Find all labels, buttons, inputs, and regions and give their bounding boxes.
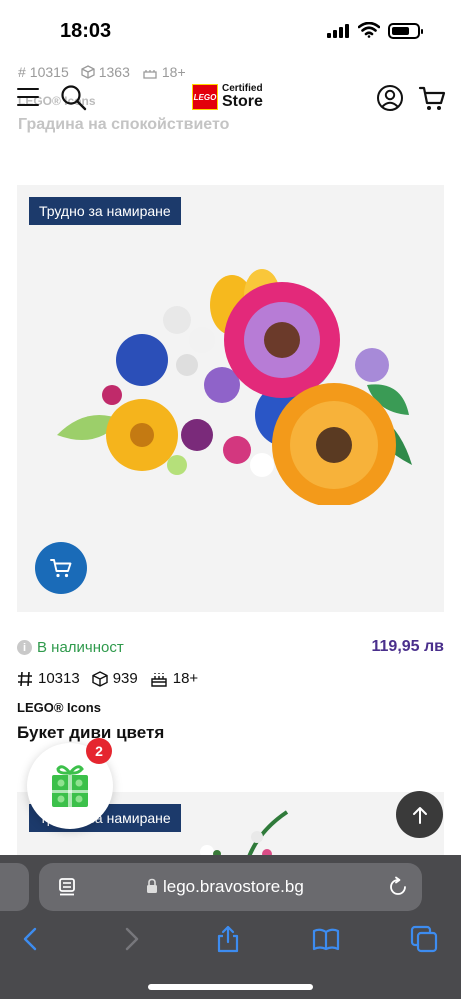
hash-icon <box>18 671 32 686</box>
product-image-card[interactable]: Трудно за намиране <box>17 185 444 612</box>
browser-toolbar: lego.bravostore.bg <box>0 855 461 999</box>
cart-icon <box>50 559 72 578</box>
page-menu-icon[interactable] <box>57 877 77 897</box>
cake-icon <box>143 70 157 79</box>
product-price: 119,95 лв <box>371 638 445 655</box>
site-header: LEGO Certified Store <box>0 78 461 118</box>
scroll-to-top-button[interactable] <box>396 791 443 838</box>
search-icon[interactable] <box>60 84 88 112</box>
battery-level <box>392 27 409 35</box>
arrow-up-icon <box>412 806 427 824</box>
stock-status: i В наличност <box>17 639 124 656</box>
set-number: 10313 <box>17 670 80 687</box>
menu-icon[interactable] <box>17 88 39 106</box>
product-meta: 10313 939 18+ <box>17 670 198 687</box>
availability-row: i В наличност 119,95 лв <box>17 637 444 659</box>
cake-icon <box>151 672 167 687</box>
home-indicator[interactable] <box>148 984 313 990</box>
forward-icon[interactable] <box>117 925 145 953</box>
signal-icon <box>327 24 349 38</box>
brick-icon <box>92 670 108 687</box>
lego-logo: LEGO <box>192 84 218 110</box>
lego-certified-store-logo[interactable]: LEGO Certified Store <box>192 84 263 110</box>
status-bar: 18:03 <box>0 0 461 62</box>
gift-icon <box>52 765 88 807</box>
bookmarks-icon[interactable] <box>312 925 340 953</box>
gift-count-badge: 2 <box>86 738 112 764</box>
hard-to-find-badge: Трудно за намиране <box>29 197 181 225</box>
tabs-icon[interactable] <box>410 925 438 953</box>
product-brand: LEGO® Icons <box>17 700 101 715</box>
brick-icon <box>81 65 95 79</box>
add-to-cart-button[interactable] <box>35 542 87 594</box>
piece-count: 939 <box>92 670 138 687</box>
status-time: 18:03 <box>60 20 112 42</box>
info-icon[interactable]: i <box>17 640 32 655</box>
share-icon[interactable] <box>214 925 242 953</box>
wildflower-bouquet-image <box>57 269 412 505</box>
previous-tab-preview[interactable] <box>0 863 29 911</box>
lock-icon <box>147 878 157 893</box>
url-text: lego.bravostore.bg <box>163 877 304 896</box>
account-icon[interactable] <box>376 84 404 112</box>
battery-icon <box>388 23 423 39</box>
back-icon[interactable] <box>17 925 45 953</box>
wifi-icon <box>358 22 380 38</box>
reload-icon[interactable] <box>387 876 409 898</box>
address-bar[interactable]: lego.bravostore.bg <box>39 863 422 911</box>
age-rating: 18+ <box>150 670 198 687</box>
previous-product-title[interactable]: Градина на спокойствието <box>18 116 229 134</box>
logo-store-text: Store <box>222 93 263 110</box>
cart-icon[interactable] <box>418 84 446 112</box>
